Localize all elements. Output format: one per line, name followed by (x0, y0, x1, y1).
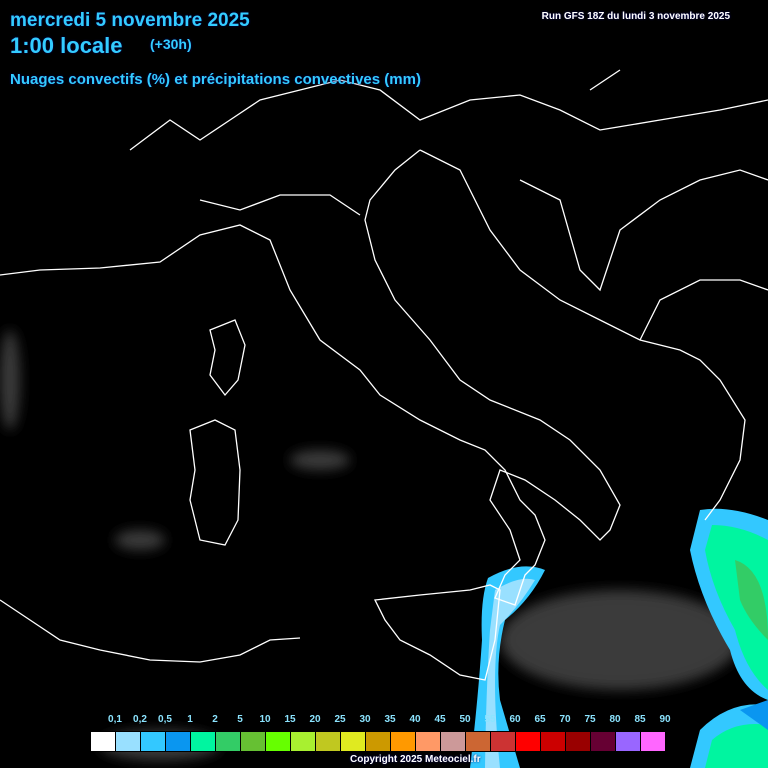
legend-label: 40 (409, 714, 421, 725)
legend-swatch (491, 732, 516, 751)
forecast-time: 1:00 locale (10, 33, 123, 58)
coastlines-borders (0, 69, 768, 681)
legend-label: 20 (309, 714, 321, 725)
legend-label: 10 (259, 714, 271, 725)
forecast-date: mercredi 5 novembre 2025 (10, 10, 250, 31)
legend-swatch (216, 732, 241, 751)
legend-label: 35 (384, 714, 396, 725)
legend-label: 30 (359, 714, 371, 725)
legend-swatch (641, 732, 666, 751)
legend-swatch (566, 732, 591, 751)
legend-swatch (91, 732, 116, 751)
map-canvas (0, 69, 768, 768)
legend-swatch (591, 732, 616, 751)
legend-label: 0,5 (158, 714, 172, 725)
legend-swatch (516, 732, 541, 751)
legend-label: 70 (559, 714, 571, 725)
legend-swatch (316, 732, 341, 751)
legend-label: 85 (634, 714, 646, 725)
legend-swatch (191, 732, 216, 751)
legend-label: 65 (534, 714, 546, 725)
legend-label: 0,1 (108, 714, 122, 725)
legend-swatch (341, 732, 366, 751)
legend-swatch (541, 732, 566, 751)
legend-label: 55 (484, 714, 496, 725)
legend-label: 50 (459, 714, 471, 725)
legend-label: 75 (584, 714, 596, 725)
legend-swatch (241, 732, 266, 751)
legend-label: 90 (659, 714, 671, 725)
legend-swatch (616, 732, 641, 751)
legend-swatch (441, 732, 466, 751)
legend-swatch (266, 732, 291, 751)
legend-label: 80 (609, 714, 621, 725)
color-legend (90, 731, 667, 752)
legend-label: 2 (212, 714, 218, 725)
legend-label: 15 (284, 714, 296, 725)
legend-swatch (366, 732, 391, 751)
legend-swatch (416, 732, 441, 751)
map-subtitle: Nuages convectifs (%) et précipitations … (10, 71, 421, 88)
legend-swatch (166, 732, 191, 751)
weather-map: mercredi 5 novembre 2025 1:00 locale (+3… (0, 0, 768, 768)
legend-label: 5 (237, 714, 243, 725)
cloud-cover-gray (0, 330, 740, 760)
legend-swatch (141, 732, 166, 751)
copyright: Copyright 2025 Meteociel.fr (350, 754, 481, 765)
model-run-label: Run GFS 18Z du lundi 3 novembre 2025 (541, 11, 730, 22)
legend-label: 60 (509, 714, 521, 725)
legend-swatch (391, 732, 416, 751)
legend-swatch (116, 732, 141, 751)
legend-label: 25 (334, 714, 346, 725)
legend-label: 45 (434, 714, 446, 725)
forecast-lead-time: (+30h) (150, 36, 192, 52)
legend-swatch (291, 732, 316, 751)
legend-swatch (466, 732, 491, 751)
legend-label: 0,2 (133, 714, 147, 725)
legend-label: 1 (187, 714, 193, 725)
